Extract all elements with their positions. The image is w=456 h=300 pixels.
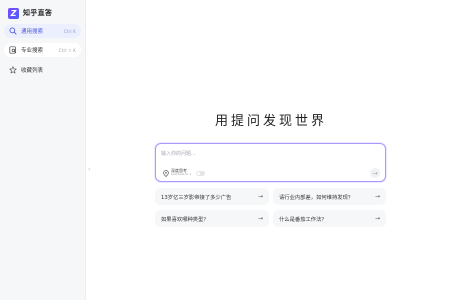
- star-icon: [9, 66, 17, 74]
- deep-think-toggle[interactable]: [195, 170, 205, 176]
- pro-search-icon: [9, 46, 17, 54]
- deep-think-model: DeepSeek-R1 ×: [171, 173, 192, 176]
- sidebar-item-general-search[interactable]: 通用搜索 Ctrl K: [4, 24, 81, 38]
- collapse-sidebar-handle[interactable]: ‹: [88, 166, 90, 173]
- shortcut-hint: Ctrl K: [63, 28, 76, 34]
- sidebar-item-label: 专业搜索: [21, 48, 44, 54]
- suggestion-chip[interactable]: 13岁亿三岁影帝接了多少广告 →: [155, 188, 269, 205]
- deep-think-toggle-group[interactable]: 深度思考 DeepSeek-R1 ×: [163, 169, 205, 177]
- sidebar: Z 知乎直答 通用搜索 Ctrl K 专业搜索 Ctrl ⇧ K 收藏列表: [0, 0, 86, 300]
- search-icon: [9, 27, 17, 35]
- arrow-right-icon: →: [374, 215, 380, 222]
- sidebar-item-label: 通用搜索: [21, 29, 44, 35]
- zhihu-logo-icon: Z: [8, 7, 19, 19]
- suggestion-chip[interactable]: 请行业内部差，如何维持发现？ →: [273, 188, 386, 205]
- brand[interactable]: Z 知乎直答: [8, 7, 52, 19]
- sidebar-item-pro-search[interactable]: 专业搜索 Ctrl ⇧ K: [4, 43, 81, 57]
- shortcut-hint: Ctrl ⇧ K: [58, 47, 76, 53]
- suggestion-text: 什么是番茄工作法？: [279, 216, 327, 223]
- suggestion-text: 如果喜欢哪种类型？: [161, 216, 209, 223]
- suggestion-chip[interactable]: 如果喜欢哪种类型？ →: [155, 210, 269, 227]
- suggestion-text: 13岁亿三岁影帝接了多少广告: [161, 194, 232, 201]
- suggestion-chip[interactable]: 什么是番茄工作法？ →: [273, 210, 386, 227]
- arrow-right-icon: →: [257, 215, 263, 222]
- arrow-right-icon: →: [257, 193, 263, 200]
- deep-think-label: 深度思考 DeepSeek-R1 ×: [171, 169, 192, 177]
- arrow-right-icon: →: [374, 193, 380, 200]
- suggestion-text: 请行业内部差，如何维持发现？: [279, 194, 354, 201]
- page-title: 用提问发现世界: [214, 114, 327, 129]
- sidebar-item-label: 收藏列表: [21, 68, 44, 74]
- brand-name: 知乎直答: [23, 9, 53, 17]
- location-pin-icon: [163, 169, 169, 177]
- send-button[interactable]: →: [370, 168, 380, 178]
- search-input[interactable]: [161, 149, 361, 158]
- search-box: 深度思考 DeepSeek-R1 × →: [155, 143, 386, 182]
- sidebar-item-favorites[interactable]: 收藏列表: [4, 63, 81, 77]
